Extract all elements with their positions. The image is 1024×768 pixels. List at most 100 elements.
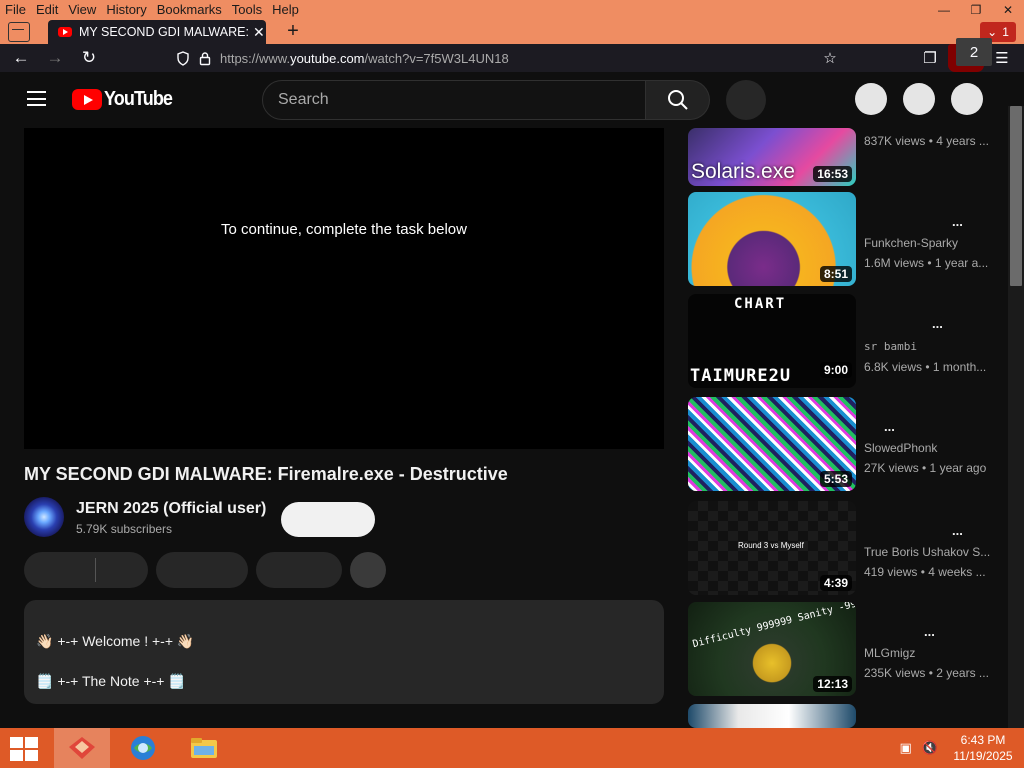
bookmark-star-icon[interactable]: ☆ — [812, 44, 848, 72]
thumbnail-text: Difficulty 999999 Sanity -999999 — [691, 602, 856, 651]
download-button[interactable] — [256, 552, 342, 588]
shield-icon[interactable] — [176, 50, 190, 66]
reload-button[interactable]: ↻ — [72, 44, 106, 72]
thumbnail-text: Round 3 vs Myself — [738, 541, 804, 550]
tab-close-icon[interactable]: ✕ — [253, 24, 265, 41]
extensions-icon[interactable]: ❐ — [912, 44, 948, 72]
thumbnail-text: Solaris.exe — [691, 160, 795, 183]
forward-button[interactable]: → — [38, 44, 72, 72]
video-views: 6.8K views • 1 month... — [864, 360, 987, 374]
taskbar-ie-app[interactable] — [115, 728, 171, 768]
menu-bookmarks[interactable]: Bookmarks — [152, 0, 227, 20]
folder-icon — [191, 738, 217, 758]
video-title: ... — [952, 523, 963, 538]
like-divider — [95, 558, 96, 582]
close-window-icon[interactable]: ✕ — [992, 0, 1024, 20]
page-scrollbar[interactable] — [1008, 106, 1024, 728]
video-views: 235K views • 2 years ... — [864, 666, 989, 680]
guide-menu-icon[interactable] — [27, 91, 46, 106]
video-thumbnail[interactable]: CHART TAIMURE2U 9:00 — [688, 294, 856, 388]
share-button[interactable] — [156, 552, 248, 588]
video-channel: MLGmigz — [864, 646, 916, 660]
description-line: 👋🏻 +-+ Welcome ! +-+ 👋🏻 — [36, 633, 195, 649]
menu-help[interactable]: Help — [267, 0, 304, 20]
video-thumbnail[interactable]: Solaris.exe 16:53 — [688, 128, 856, 186]
video-duration: 12:13 — [813, 676, 852, 692]
url-bar[interactable]: https://www.youtube.com/watch?v=7f5W3L4U… — [176, 47, 850, 69]
video-title: ... — [932, 316, 943, 331]
tab-title: MY SECOND GDI MALWARE: Firemalre.exe - D… — [79, 25, 249, 39]
related-video[interactable] — [688, 704, 1008, 728]
video-thumbnail[interactable]: 8:51 — [688, 192, 856, 286]
menu-history[interactable]: History — [101, 0, 151, 20]
video-duration: 8:51 — [819, 266, 852, 282]
clock[interactable]: 6:43 PM 11/19/2025 — [942, 732, 1024, 764]
lock-icon[interactable] — [198, 51, 212, 66]
video-title: ... — [924, 624, 935, 639]
window-controls: — ❐ ✕ — [928, 0, 1024, 20]
video-title: ... — [884, 419, 895, 434]
video-duration: 4:39 — [819, 575, 852, 591]
channel-name[interactable]: JERN 2025 (Official user) — [76, 500, 266, 518]
video-channel: sr bambi — [864, 340, 917, 353]
video-channel: SlowedPhonk — [864, 441, 938, 455]
related-video[interactable]: CHART TAIMURE2U 9:00 ... sr bambi 6.8K v… — [688, 294, 1008, 388]
firefox-app-icon — [69, 737, 95, 759]
browser-menubar: File Edit View History Bookmarks Tools H… — [0, 0, 1024, 20]
search-input[interactable] — [263, 81, 645, 119]
new-tab-button[interactable]: + — [282, 21, 304, 43]
app-menu-icon[interactable]: ☰ — [984, 44, 1020, 72]
network-icon[interactable]: ▣ — [900, 740, 912, 756]
video-channel: True Boris Ushakov S... — [864, 545, 991, 559]
scrollbar-thumb[interactable] — [1010, 106, 1022, 286]
youtube-play-icon — [72, 88, 102, 110]
taskbar-explorer-app[interactable] — [176, 728, 232, 768]
menu-file[interactable]: File — [0, 0, 31, 20]
tab-count: 1 — [1002, 25, 1009, 39]
like-dislike-button[interactable] — [24, 552, 148, 588]
tab-strip: MY SECOND GDI MALWARE: Firemalre.exe - D… — [0, 20, 1024, 44]
ublock-extension-button[interactable]: u2 — [948, 38, 992, 72]
video-thumbnail[interactable]: Difficulty 999999 Sanity -999999 12:13 — [688, 602, 856, 696]
back-button[interactable]: ← — [4, 44, 38, 72]
volume-muted-icon[interactable]: 🔇 — [922, 740, 938, 756]
related-video[interactable]: 5:53 ... SlowedPhonk 27K views • 1 year … — [688, 397, 1008, 491]
description-box[interactable]: 👋🏻 +-+ Welcome ! +-+ 👋🏻 🗒️ +-+ The Note … — [24, 600, 664, 704]
nav-bar: ← → ↻ https://www.youtube.com/watch?v=7f… — [0, 38, 1024, 72]
clock-date: 11/19/2025 — [953, 749, 1013, 763]
video-thumbnail[interactable]: Round 3 vs Myself 4:39 — [688, 501, 856, 595]
browser-tab-active[interactable]: MY SECOND GDI MALWARE: Firemalre.exe - D… — [48, 20, 266, 44]
channel-avatar[interactable] — [24, 497, 64, 537]
video-views: 837K views • 4 years ... — [864, 134, 989, 148]
thumbnail-text: TAIMURE2U — [690, 366, 792, 386]
subscribe-button[interactable] — [281, 502, 375, 537]
chevron-down-icon: ⌄ — [987, 25, 998, 39]
video-views: 1.6M views • 1 year a... — [864, 256, 989, 270]
subscriber-count: 5.79K subscribers — [76, 522, 173, 536]
video-thumbnail[interactable] — [688, 704, 856, 728]
firefox-view-icon[interactable] — [8, 22, 30, 42]
description-line: 🗒️ +-+ The Note +-+ 🗒️ — [36, 673, 186, 689]
menu-edit[interactable]: Edit — [31, 0, 63, 20]
globe-icon — [131, 736, 155, 760]
related-video[interactable]: 8:51 ... Funkchen-Sparky 1.6M views • 1 … — [688, 192, 1008, 286]
restore-icon[interactable]: ❐ — [960, 0, 992, 20]
url-text[interactable]: https://www.youtube.com/watch?v=7f5W3L4U… — [220, 51, 509, 66]
clock-time: 6:43 PM — [960, 733, 1006, 747]
more-actions-button[interactable] — [350, 552, 386, 588]
taskbar-firefox-app[interactable] — [54, 728, 110, 768]
screen: File Edit View History Bookmarks Tools H… — [0, 0, 1024, 768]
related-video[interactable]: Difficulty 999999 Sanity -999999 12:13 .… — [688, 602, 1008, 696]
related-video[interactable]: Solaris.exe 16:53 837K views • 4 years .… — [688, 92, 1008, 186]
video-player[interactable]: To continue, complete the task below — [24, 128, 664, 449]
player-message: To continue, complete the task below — [221, 221, 467, 238]
video-thumbnail[interactable]: 5:53 — [688, 397, 856, 491]
related-video[interactable]: Round 3 vs Myself 4:39 ... True Boris Us… — [688, 501, 1008, 595]
minimize-icon[interactable]: — — [928, 0, 960, 20]
youtube-logo[interactable]: YouTube — [72, 88, 180, 110]
thumbnail-text: CHART — [734, 296, 787, 312]
menu-tools[interactable]: Tools — [227, 0, 267, 20]
search-icon — [667, 90, 688, 110]
menu-view[interactable]: View — [63, 0, 101, 20]
windows-start-icon[interactable] — [10, 737, 38, 761]
